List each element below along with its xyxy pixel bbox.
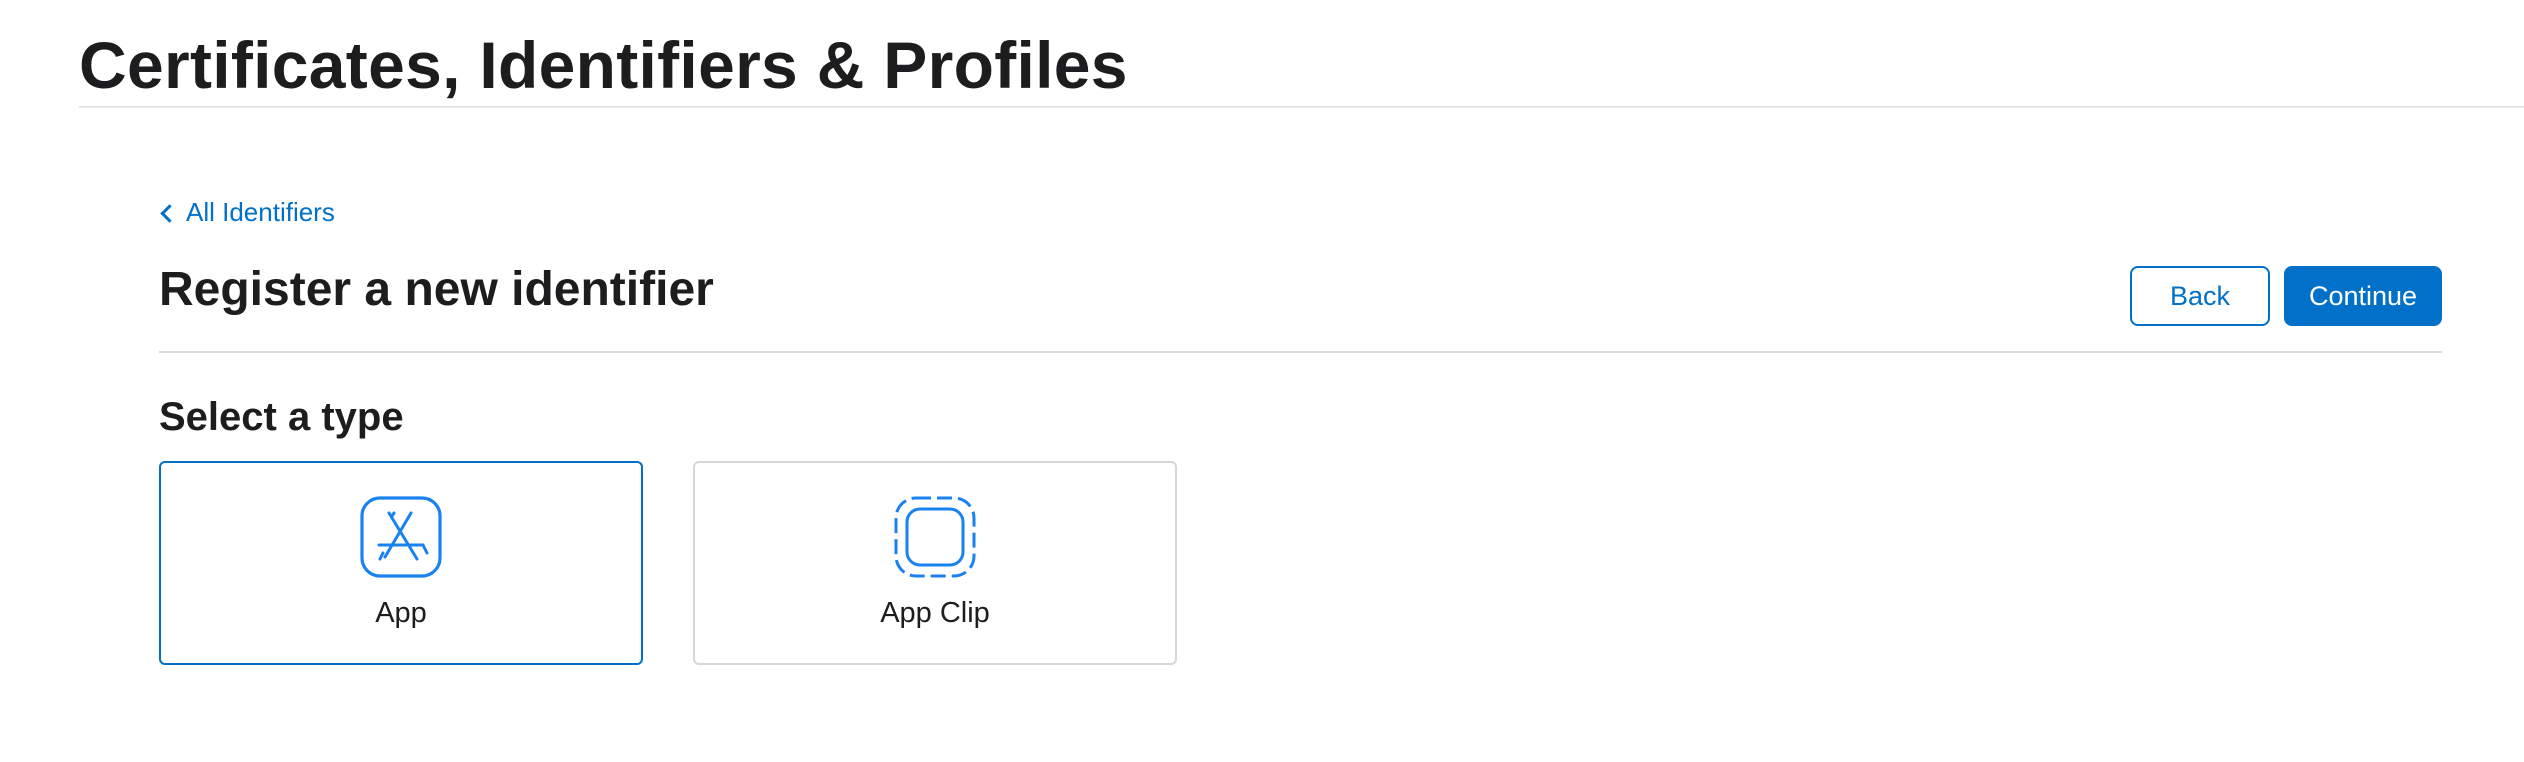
type-options: App App Clip: [159, 461, 1177, 665]
type-option-app-clip[interactable]: App Clip: [693, 461, 1177, 665]
main-content: All Identifiers Register a new identifie…: [159, 106, 2442, 762]
action-buttons: Back Continue: [2130, 266, 2442, 326]
section-title: Register a new identifier: [159, 263, 714, 316]
page-title: Certificates, Identifiers & Profiles: [79, 28, 1128, 102]
select-type-title: Select a type: [159, 395, 404, 439]
chevron-left-icon: [160, 203, 179, 223]
app-clip-icon: [894, 496, 976, 578]
page-header: Certificates, Identifiers & Profiles: [79, 0, 2524, 108]
type-option-app[interactable]: App: [159, 461, 643, 665]
back-button[interactable]: Back: [2130, 266, 2270, 326]
continue-button[interactable]: Continue: [2284, 266, 2442, 326]
type-option-app-label: App: [375, 597, 427, 629]
app-store-icon: [360, 496, 442, 578]
section-divider: [159, 351, 2442, 353]
all-identifiers-link-label: All Identifiers: [186, 197, 335, 227]
all-identifiers-link[interactable]: All Identifiers: [159, 194, 335, 230]
type-option-app-clip-label: App Clip: [880, 597, 990, 629]
